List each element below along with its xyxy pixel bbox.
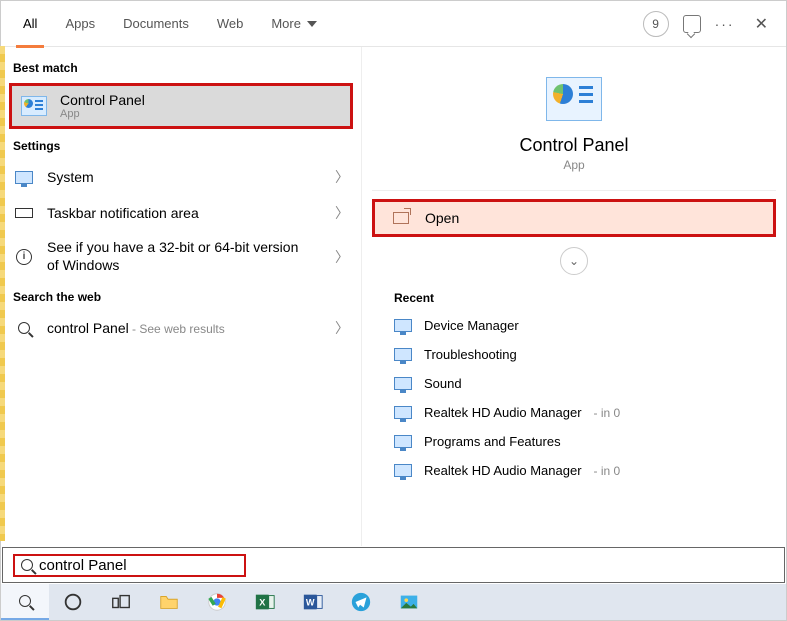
feedback-icon[interactable]	[683, 15, 701, 33]
preview-sub: App	[563, 158, 584, 172]
preview-pane: Control Panel App Open ⌄ Recent Device M…	[361, 47, 786, 546]
window-left-edge	[0, 46, 5, 541]
taskbar-file-explorer[interactable]	[145, 584, 193, 620]
settings-item-taskbar-notification[interactable]: Taskbar notification area 〉	[1, 195, 361, 231]
chevron-right-icon: 〉	[335, 203, 349, 223]
filter-tabs: All Apps Documents Web More 9 ··· ✕	[1, 1, 786, 47]
taskbar-photos[interactable]	[385, 584, 433, 620]
taskbar-telegram[interactable]	[337, 584, 385, 620]
taskbar-cortana-button[interactable]	[49, 584, 97, 620]
recent-item[interactable]: Realtek HD Audio Manager - in 0	[372, 398, 776, 427]
results-pane: Best match Control Panel App Settings Sy…	[1, 47, 361, 546]
photos-icon	[398, 591, 420, 613]
search-icon	[18, 322, 30, 334]
open-action[interactable]: Open	[372, 199, 776, 237]
best-match-sub: App	[60, 108, 342, 120]
recent-item[interactable]: Device Manager	[372, 311, 776, 340]
recent-label: Realtek HD Audio Manager	[424, 405, 582, 420]
recent-heading: Recent	[372, 281, 776, 311]
search-icon	[21, 559, 33, 571]
info-icon: i	[16, 249, 32, 265]
folder-icon	[158, 591, 180, 613]
monitor-icon	[15, 171, 33, 184]
search-input[interactable]	[39, 557, 238, 574]
app-icon	[394, 319, 412, 332]
chevron-right-icon: 〉	[335, 318, 349, 338]
recent-label: Sound	[424, 376, 462, 391]
taskbar: X W	[1, 584, 786, 620]
tab-more[interactable]: More	[257, 1, 331, 47]
recent-item[interactable]: Sound	[372, 369, 776, 398]
taskview-icon	[110, 591, 132, 613]
preview-title: Control Panel	[519, 135, 628, 156]
search-bar[interactable]	[2, 547, 785, 583]
app-icon	[394, 406, 412, 419]
settings-item-system[interactable]: System 〉	[1, 159, 361, 195]
settings-label: See if you have a 32-bit or 64-bit versi…	[47, 239, 307, 274]
settings-item-bit-version[interactable]: i See if you have a 32-bit or 64-bit ver…	[1, 231, 361, 282]
chevron-down-icon	[307, 21, 317, 27]
best-match-heading: Best match	[1, 53, 361, 81]
open-icon	[393, 212, 409, 224]
chevron-right-icon: 〉	[335, 247, 349, 267]
taskbar-icon	[15, 208, 33, 218]
tab-web[interactable]: Web	[203, 1, 258, 47]
recent-label: Realtek HD Audio Manager	[424, 463, 582, 478]
settings-label: System	[47, 169, 323, 185]
open-label: Open	[425, 210, 459, 226]
recent-item[interactable]: Programs and Features	[372, 427, 776, 456]
chrome-icon	[206, 591, 228, 613]
taskbar-chrome[interactable]	[193, 584, 241, 620]
control-panel-icon	[546, 77, 602, 121]
taskbar-taskview-button[interactable]	[97, 584, 145, 620]
svg-text:X: X	[259, 598, 266, 608]
recent-label: Programs and Features	[424, 434, 561, 449]
excel-icon: X	[254, 591, 276, 613]
best-match-control-panel[interactable]: Control Panel App	[9, 83, 353, 129]
tab-apps[interactable]: Apps	[51, 1, 109, 47]
recent-label: Device Manager	[424, 318, 519, 333]
tab-all[interactable]: All	[9, 1, 51, 47]
taskbar-excel[interactable]: X	[241, 584, 289, 620]
telegram-icon	[350, 591, 372, 613]
app-icon	[394, 435, 412, 448]
word-icon: W	[302, 591, 324, 613]
settings-label: Taskbar notification area	[47, 205, 323, 221]
app-icon	[394, 348, 412, 361]
app-icon	[394, 377, 412, 390]
taskbar-word[interactable]: W	[289, 584, 337, 620]
close-icon[interactable]: ✕	[749, 14, 774, 34]
tab-documents[interactable]: Documents	[109, 1, 203, 47]
svg-text:W: W	[306, 598, 315, 608]
tab-more-label: More	[271, 16, 301, 31]
recent-label: Troubleshooting	[424, 347, 517, 362]
search-icon	[19, 595, 31, 607]
cortana-icon	[62, 591, 84, 613]
taskbar-search-button[interactable]	[1, 584, 49, 620]
rewards-badge[interactable]: 9	[643, 11, 669, 37]
best-match-title: Control Panel	[60, 92, 342, 108]
recent-item[interactable]: Troubleshooting	[372, 340, 776, 369]
search-web-heading: Search the web	[1, 282, 361, 310]
recent-item[interactable]: Realtek HD Audio Manager - in 0	[372, 456, 776, 485]
search-web-item[interactable]: control Panel - See web results 〉	[1, 310, 361, 346]
more-options-icon[interactable]: ···	[715, 16, 735, 32]
chevron-right-icon: 〉	[335, 167, 349, 187]
control-panel-icon	[21, 96, 47, 116]
web-result-label: control Panel - See web results	[47, 320, 323, 336]
settings-heading: Settings	[1, 131, 361, 159]
app-icon	[394, 464, 412, 477]
expand-actions-button[interactable]: ⌄	[560, 247, 588, 275]
